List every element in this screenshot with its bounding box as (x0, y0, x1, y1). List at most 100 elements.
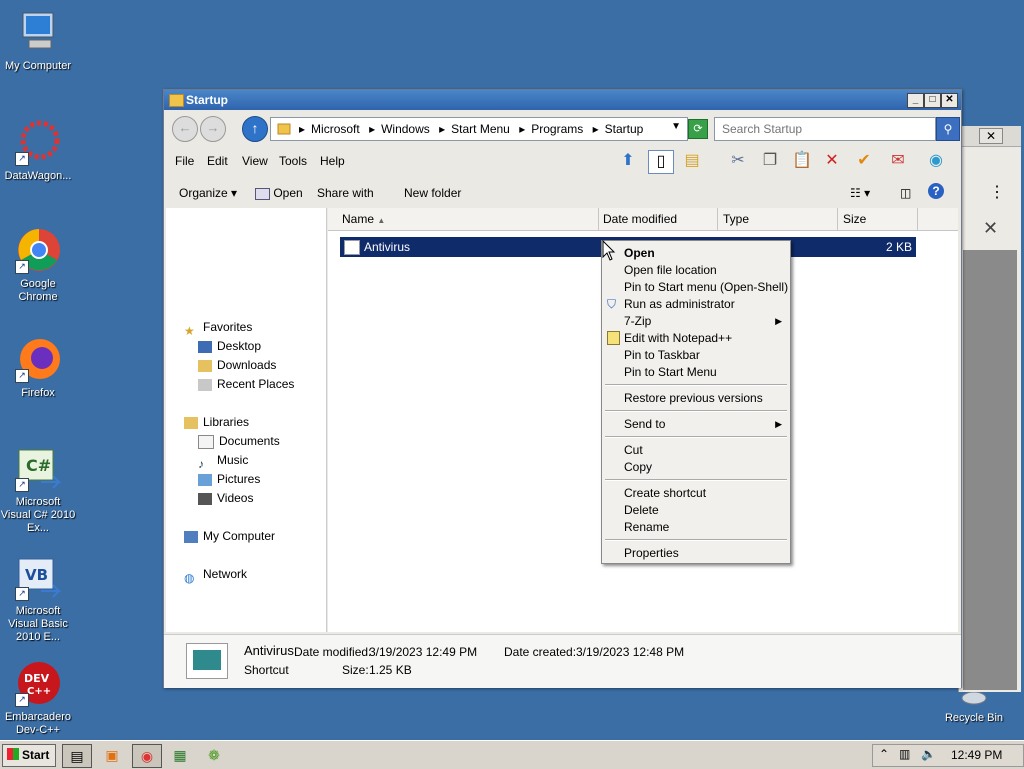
menu-item-pin-taskbar[interactable]: Pin to Taskbar (624, 348, 700, 362)
breadcrumb-item[interactable]: Start Menu (451, 122, 510, 136)
breadcrumb-item[interactable]: Microsoft (311, 122, 360, 136)
menu-edit[interactable]: Edit (207, 154, 228, 168)
view-folder-icon[interactable]: ▤ (680, 150, 704, 172)
paste-icon[interactable]: 📋 (790, 150, 814, 172)
back-button[interactable]: ← (172, 116, 198, 142)
explorer-window[interactable]: Startup _ □ ✕ ← → ↑ ▸ Microsoft ▸ Windows … (163, 89, 962, 688)
nav-desktop[interactable]: Desktop (198, 337, 261, 355)
menu-item-rename[interactable]: Rename (624, 520, 669, 534)
delete-icon[interactable]: ✕ (820, 150, 844, 172)
system-tray: ⌃ ▥ 🔈 12:49 PM (872, 744, 1024, 767)
menu-item-pin-start-menu[interactable]: Pin to Start Menu (624, 365, 717, 379)
breadcrumb-item[interactable]: Startup (605, 122, 644, 136)
menu-file[interactable]: File (175, 154, 194, 168)
taskbar-explorer-icon[interactable]: ▤ (62, 744, 92, 768)
taskbar-chrome-icon[interactable]: ◉ (132, 744, 162, 768)
menu-item-delete[interactable]: Delete (624, 503, 659, 517)
column-date-modified[interactable]: Date modified (599, 208, 718, 230)
menu-item-edit-notepadpp[interactable]: Edit with Notepad++ (624, 331, 732, 345)
globe-icon[interactable]: ◉ (924, 150, 948, 172)
column-label: Name (342, 212, 375, 226)
new-folder-button[interactable]: New folder (404, 186, 461, 200)
volume-icon[interactable]: 🔈 (921, 747, 936, 761)
menu-item-copy[interactable]: Copy (624, 460, 652, 474)
taskbar-app-icon[interactable]: ❁ (200, 744, 228, 766)
desktop-icon-chrome[interactable]: ↗ Google Chrome (0, 228, 76, 304)
up-icon[interactable]: ⬆ (616, 150, 640, 172)
nav-music[interactable]: ♪ Music (198, 451, 248, 471)
menu-tools[interactable]: Tools (279, 154, 307, 168)
open-button[interactable]: Open (255, 186, 303, 200)
menu-item-properties[interactable]: Properties (624, 546, 679, 560)
search-input[interactable] (720, 121, 914, 137)
search-box[interactable] (714, 117, 936, 141)
chevron-down-icon[interactable]: ▼ (671, 121, 681, 132)
folder-icon (277, 123, 291, 135)
menu-item-pin-start-open-shell[interactable]: Pin to Start menu (Open-Shell) (624, 280, 788, 294)
nav-my-computer[interactable]: My Computer (184, 527, 275, 545)
preview-pane-icon[interactable]: ◫ (900, 186, 911, 200)
nav-pictures[interactable]: Pictures (198, 470, 260, 488)
nav-downloads[interactable]: Downloads (198, 356, 276, 374)
view-options-icon[interactable]: ☷ ▾ (850, 186, 870, 200)
menu-help[interactable]: Help (320, 154, 345, 168)
desktop-icon-visual-basic[interactable]: VB ↗ Microsoft Visual Basic 2010 E... (0, 555, 76, 644)
cut-icon[interactable]: ✂ (726, 150, 750, 172)
nav-libraries[interactable]: Libraries (184, 413, 249, 431)
column-type[interactable]: Type (718, 208, 838, 230)
breadcrumb-item[interactable]: Windows (381, 122, 430, 136)
help-icon[interactable]: ? (928, 183, 944, 199)
email-icon[interactable]: ✉ (886, 150, 910, 172)
menu-item-open[interactable]: Open (624, 246, 655, 260)
menu-item-create-shortcut[interactable]: Create shortcut (624, 486, 706, 500)
network-tray-icon[interactable]: ▥ (899, 747, 910, 761)
menu-view[interactable]: View (242, 154, 268, 168)
properties-check-icon[interactable]: ✔ (852, 150, 876, 172)
address-bar[interactable]: ▸ Microsoft ▸ Windows ▸ Start Menu ▸ Program… (270, 117, 688, 141)
nav-network[interactable]: ◍ Network (184, 565, 247, 585)
minimize-button[interactable]: _ (907, 93, 924, 108)
column-header: Name ▲ Date modified Type Size (328, 208, 958, 231)
column-size[interactable]: Size (838, 208, 918, 230)
close-icon[interactable]: ✕ (979, 128, 1003, 144)
nav-videos[interactable]: Videos (198, 489, 253, 507)
background-window[interactable]: ✕ ⋮ ✕ (958, 126, 1021, 692)
refresh-button[interactable]: ⟳ (688, 119, 708, 139)
search-icon[interactable]: ⚲ (936, 117, 960, 141)
desktop-icon-visual-csharp[interactable]: C# ↗ Microsoft Visual C# 2010 Ex... (0, 446, 76, 535)
start-button[interactable]: Start (2, 744, 56, 767)
desktop-icon-devcpp[interactable]: DEV C++ ↗ Embarcadero Dev-C++ (0, 661, 76, 737)
breadcrumb-item[interactable]: Programs (531, 122, 583, 136)
desktop-icon-datawagon[interactable]: ↗ DataWagon... (0, 120, 76, 183)
column-name[interactable]: Name ▲ (328, 208, 599, 230)
menu-item-7zip[interactable]: 7-Zip (624, 314, 651, 328)
chevron-up-icon[interactable]: ⌃ (879, 747, 889, 761)
folders-pane-icon[interactable]: ▯ (648, 150, 674, 174)
copy-icon[interactable]: ❐ (758, 150, 782, 172)
taskbar-media-player-icon[interactable]: ▣ (98, 744, 126, 766)
menu-item-cut[interactable]: Cut (624, 443, 643, 457)
maximize-button[interactable]: □ (924, 93, 941, 108)
window-titlebar[interactable]: Startup _ □ ✕ (164, 90, 961, 110)
desktop-icon-recycle-bin[interactable]: Recycle Bin (936, 690, 1012, 725)
nav-favorites[interactable]: ★ Favorites (184, 318, 252, 338)
organize-button[interactable]: Organize ▾ (179, 186, 237, 200)
desktop-icon-my-computer[interactable]: My Computer (0, 10, 76, 73)
nav-recent-places[interactable]: Recent Places (198, 375, 294, 393)
desktop-icon-firefox[interactable]: ↗ Firefox (0, 337, 76, 400)
close-icon[interactable]: ✕ (983, 218, 998, 239)
close-button[interactable]: ✕ (941, 93, 958, 108)
menu-item-restore-previous[interactable]: Restore previous versions (624, 391, 763, 405)
details-size-label: Size: (342, 663, 369, 677)
up-button[interactable]: ↑ (242, 116, 268, 142)
more-options-icon[interactable]: ⋮ (989, 182, 1005, 202)
menu-item-run-as-administrator[interactable]: Run as administrator (624, 297, 735, 311)
menu-item-send-to[interactable]: Send to (624, 417, 665, 431)
taskbar-csharp-icon[interactable]: ▦ (166, 744, 194, 766)
nav-documents[interactable]: Documents (198, 432, 280, 450)
share-with-button[interactable]: Share with (317, 186, 374, 200)
clock[interactable]: 12:49 PM (951, 748, 1002, 762)
menu-item-open-file-location[interactable]: Open file location (624, 263, 717, 277)
window-title: Startup (186, 93, 228, 107)
forward-button[interactable]: → (200, 116, 226, 142)
